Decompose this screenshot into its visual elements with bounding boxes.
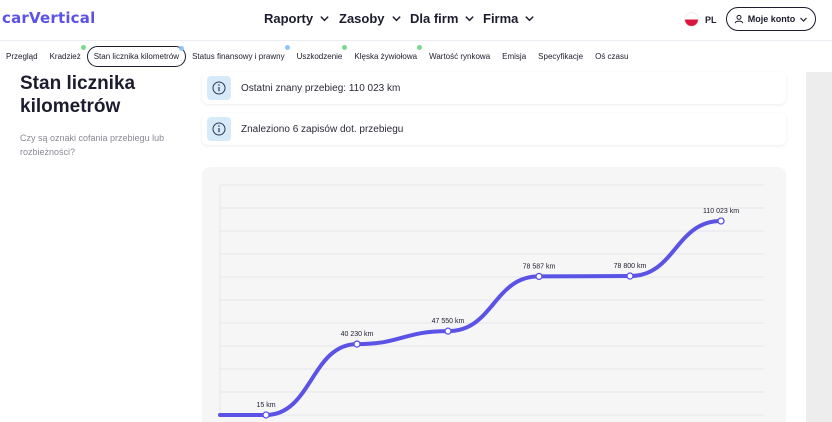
nav-business-label: Dla firm	[410, 11, 459, 26]
section-subtitle: Czy są oznaki cofania przebiegu lub rozb…	[20, 133, 165, 157]
data-label: 40 230 km	[341, 331, 374, 338]
mileage-chart: 15 km 40 230 km 47 550 km 78 587 km 78 800 k…	[218, 184, 764, 419]
data-point[interactable]	[717, 217, 725, 225]
data-label: 110 023 km	[703, 208, 739, 215]
last-mileage-card: Ostatni znany przebieg: 110 023 km	[202, 72, 786, 104]
section-title: Stan licznika kilometrów	[20, 73, 136, 117]
records-text: Znaleziono 6 zapisów dot. przebiegu	[241, 123, 404, 135]
tab-1[interactable]: Kradzież	[44, 45, 87, 67]
status-dot	[284, 45, 290, 50]
chevron-down-icon	[465, 16, 475, 22]
status-dot	[342, 45, 348, 50]
chevron-down-icon	[800, 17, 808, 22]
tab-5[interactable]: Klęska żywiołowa	[348, 45, 423, 67]
nav-reports[interactable]: Raporty	[264, 11, 330, 26]
account-label: Moje konto	[747, 14, 796, 24]
nav-company-label: Firma	[483, 11, 519, 26]
data-point[interactable]	[535, 272, 543, 281]
info-icon	[207, 76, 231, 100]
data-point[interactable]	[353, 340, 361, 348]
tab-3[interactable]: Status finansowy i prawny	[186, 45, 291, 67]
data-point[interactable]	[262, 411, 270, 419]
data-label: 78 800 km	[614, 263, 647, 270]
tab-label: Klęska żywiołowa	[354, 52, 418, 61]
tab-label: Stan licznika kilometrów	[93, 52, 180, 61]
nav-reports-label: Raporty	[264, 11, 314, 26]
status-dot	[80, 45, 86, 50]
poland-flag-icon	[684, 12, 699, 27]
tab-9[interactable]: Oś czasu	[589, 46, 634, 67]
data-label: 78 587 km	[523, 263, 556, 270]
scrollbar[interactable]	[806, 72, 832, 422]
nav-resources[interactable]: Zasoby	[339, 11, 402, 26]
tab-6[interactable]: Wartość rynkowa	[423, 46, 496, 67]
tab-label: Wartość rynkowa	[429, 52, 491, 61]
data-point[interactable]	[626, 272, 634, 280]
nav-resources-label: Zasoby	[339, 11, 385, 26]
tab-label: Emisja	[502, 52, 527, 61]
tab-label: Kradzież	[49, 52, 81, 61]
status-dot	[179, 46, 185, 51]
tab-label: Uszkodzenie	[296, 52, 343, 61]
tab-7[interactable]: Emisja	[496, 46, 532, 67]
chevron-down-icon	[525, 16, 535, 22]
data-point[interactable]	[444, 327, 452, 335]
language-selector[interactable]: PL	[684, 12, 717, 27]
section-tabs: Przegląd Kradzież Stan licznika kilometrów…	[0, 40, 832, 72]
tab-label: Oś czasu	[595, 52, 629, 61]
tab-label: Specyfikacje	[538, 52, 584, 61]
tab-8[interactable]: Specyfikacje	[532, 46, 589, 67]
tab-4[interactable]: Uszkodzenie	[291, 45, 349, 67]
tab-label: Przegląd	[6, 52, 38, 61]
data-label: 47 550 km	[432, 318, 465, 325]
status-dot	[417, 45, 423, 50]
nav-company[interactable]: Firma	[483, 11, 535, 26]
logo[interactable]: carVertical	[2, 9, 95, 27]
tab-0[interactable]: Przegląd	[0, 46, 44, 67]
mileage-line	[218, 219, 723, 417]
tab-label: Status finansowy i prawny	[192, 52, 285, 61]
tab-2[interactable]: Stan licznika kilometrów	[86, 46, 187, 67]
mileage-chart-panel: 15 km 40 230 km 47 550 km 78 587 km 78 800 k…	[202, 167, 786, 422]
info-icon	[207, 117, 231, 141]
records-card: Znaleziono 6 zapisów dot. przebiegu	[202, 113, 786, 145]
account-button[interactable]: Moje konto	[726, 7, 816, 31]
top-header: carVertical Raporty Zasoby Dla firm Firm…	[0, 0, 832, 40]
chevron-down-icon	[391, 16, 401, 22]
user-icon	[734, 14, 743, 24]
language-label: PL	[705, 14, 717, 25]
chevron-down-icon	[320, 16, 329, 22]
nav-business[interactable]: Dla firm	[410, 11, 475, 26]
last-mileage-text: Ostatni znany przebieg: 110 023 km	[241, 82, 401, 94]
data-label: 15 km	[256, 402, 275, 409]
